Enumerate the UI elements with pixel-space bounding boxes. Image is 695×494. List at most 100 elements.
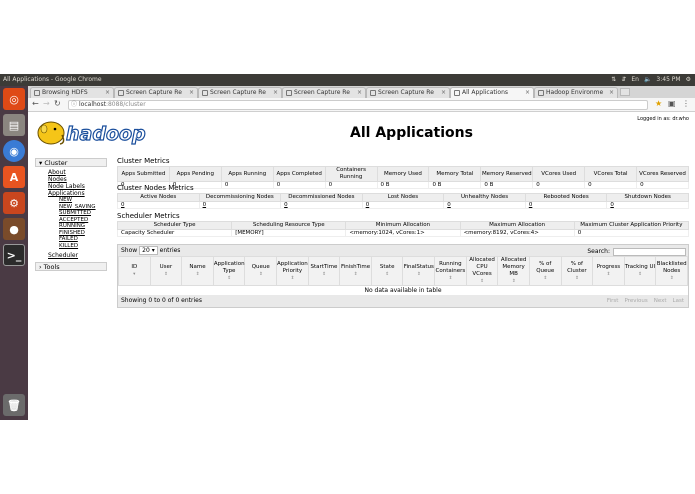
scheduler-metric-header-2: Minimum Allocation — [345, 221, 461, 230]
sort-icon: ⇕ — [638, 272, 642, 277]
nav-link-node-labels[interactable]: Node Labels — [48, 183, 107, 190]
files-icon[interactable]: ▤ — [3, 114, 25, 136]
pager-first-button[interactable]: First — [607, 295, 619, 307]
trash-icon[interactable]: 🗑 — [3, 394, 25, 416]
nav-link-nodes[interactable]: Nodes — [48, 176, 107, 183]
browser-toolbar: ← → ↻ ⓘ localhost:8088/cluster ★ ▣ ⋮ — [28, 98, 695, 112]
search-input[interactable] — [613, 247, 686, 256]
column-label: Allocated CPU VCores — [469, 257, 495, 277]
bookmark-star-icon[interactable]: ★ — [655, 99, 662, 108]
column-header-id[interactable]: ID ▾ — [118, 256, 151, 286]
applications-table: ID ▾ User ⇕ Name ⇕ Application Type ⇕ Queue ⇕ Appl… — [118, 256, 688, 295]
pager-previous-button[interactable]: Previous — [624, 295, 647, 307]
dash-home-icon[interactable]: ◎ — [3, 88, 25, 110]
nav-link-applications[interactable]: Applications — [48, 190, 107, 197]
tab-screen-capture-2[interactable]: Screen Capture Re × — [198, 87, 282, 98]
app-icon[interactable]: ● — [3, 218, 25, 240]
tab-hadoop-environment[interactable]: Hadoop Environme × — [534, 87, 618, 98]
column-label: Queue — [251, 264, 270, 270]
new-tab-button[interactable] — [620, 88, 630, 96]
cluster-nodes-metrics-section: Cluster Nodes Metrics Active Nodes Decomm… — [117, 184, 689, 209]
back-arrow-icon[interactable]: ← — [32, 99, 39, 108]
column-header-allocated-cpu-vcores[interactable]: Allocated CPU VCores ⇕ — [465, 256, 499, 286]
network-icon[interactable]: ⇵ — [621, 74, 626, 86]
language-icon[interactable]: En — [631, 74, 639, 86]
cluster-metric-header-3: Apps Completed — [272, 166, 326, 182]
screen: All Applications - Google Chrome ⇅ ⇵ En … — [0, 0, 695, 494]
extension-icon[interactable]: ▣ — [668, 99, 676, 108]
sort-icon: ⇕ — [385, 272, 390, 277]
settings-gear-icon[interactable]: ⚙ — [686, 74, 691, 86]
scheduler-metrics-title: Scheduler Metrics — [117, 212, 180, 220]
cluster-nodes-metrics-table: Active Nodes Decommissioning Nodes Decommi… — [117, 193, 689, 209]
page-icon — [454, 90, 460, 96]
terminal-icon[interactable]: >_ — [3, 244, 25, 266]
system-tray: ⇅ ⇵ En 🔈 3:45 PM ⚙ — [611, 74, 691, 86]
nodes-metric-value-5[interactable]: 0 — [524, 201, 608, 209]
close-icon[interactable]: × — [105, 88, 110, 98]
column-label: FinalStatus — [403, 264, 434, 270]
reload-icon[interactable]: ↻ — [54, 99, 61, 108]
menu-icon[interactable]: ⋮ — [682, 99, 690, 108]
nodes-metric-value-6[interactable]: 0 — [606, 201, 689, 209]
sort-icon: ⇕ — [195, 272, 200, 277]
column-header-application-type[interactable]: Application Type ⇕ — [212, 256, 246, 286]
column-header-of-queue[interactable]: % of Queue ⇕ — [528, 256, 562, 286]
tools-section-toggle[interactable]: › Tools — [35, 262, 107, 271]
pager-next-button[interactable]: Next — [654, 295, 667, 307]
tab-screen-capture-3[interactable]: Screen Capture Re × — [282, 87, 366, 98]
column-header-tracking-ui[interactable]: Tracking UI ⇕ — [623, 256, 657, 286]
nav-link-scheduler[interactable]: Scheduler — [48, 252, 107, 259]
column-header-state[interactable]: State ⇕ — [370, 256, 404, 286]
close-icon[interactable]: × — [189, 88, 194, 98]
column-label: Progress — [596, 264, 621, 270]
column-header-of-cluster[interactable]: % of Cluster ⇕ — [560, 256, 594, 286]
pager-last-button[interactable]: Last — [673, 295, 684, 307]
nodes-metric-value-4[interactable]: 0 — [443, 201, 526, 209]
nav-link-about[interactable]: About — [48, 169, 107, 176]
software-center-icon[interactable]: A — [3, 166, 25, 188]
column-header-finalstatus[interactable]: FinalStatus ⇕ — [402, 256, 436, 286]
nodes-metric-value-2[interactable]: 0 — [280, 201, 363, 209]
close-icon[interactable]: × — [273, 88, 278, 98]
close-icon[interactable]: × — [525, 88, 530, 98]
column-header-running-containers[interactable]: Running Containers ⇕ — [434, 256, 467, 286]
tab-browsing-hdfs[interactable]: Browsing HDFS × — [30, 87, 114, 98]
column-header-blacklisted-nodes[interactable]: Blacklisted Nodes ⇕ — [655, 256, 688, 286]
keyboard-icon[interactable]: ⇅ — [611, 74, 616, 86]
tab-screen-capture-1[interactable]: Screen Capture Re × — [114, 87, 198, 98]
chrome-browser-icon[interactable]: ◉ — [3, 140, 25, 162]
close-icon[interactable]: × — [357, 88, 362, 98]
nodes-metric-value-3[interactable]: 0 — [361, 201, 445, 209]
column-header-queue[interactable]: Queue ⇕ — [244, 256, 278, 286]
page-icon — [34, 90, 40, 96]
nodes-metric-value-0[interactable]: 0 — [117, 201, 200, 209]
tab-screen-capture-4[interactable]: Screen Capture Re × — [366, 87, 450, 98]
cluster-metric-header-4: Containers Running — [324, 166, 378, 182]
column-header-user[interactable]: User ⇕ — [149, 256, 183, 286]
column-header-application-priority[interactable]: Application Priority ⇕ — [276, 256, 309, 286]
close-icon[interactable]: × — [441, 88, 446, 98]
forward-arrow-icon[interactable]: → — [43, 99, 50, 108]
system-settings-icon[interactable]: ⚙ — [3, 192, 25, 214]
sort-icon: ⇕ — [669, 275, 674, 281]
column-header-name[interactable]: Name ⇕ — [181, 256, 214, 286]
volume-icon[interactable]: 🔈 — [644, 74, 651, 86]
cluster-section-toggle[interactable]: ▾ Cluster — [35, 158, 107, 167]
clock[interactable]: 3:45 PM — [656, 74, 680, 86]
tab-all-applications[interactable]: All Applications × — [450, 87, 534, 98]
close-icon[interactable]: × — [609, 88, 614, 98]
sort-icon: ▾ — [133, 272, 136, 277]
page-icon — [538, 90, 544, 96]
column-header-progress[interactable]: Progress ⇕ — [592, 256, 625, 286]
sort-icon: ⇕ — [258, 272, 263, 277]
column-header-finishtime[interactable]: FinishTime ⇕ — [339, 256, 372, 286]
nodes-metric-value-1[interactable]: 0 — [198, 201, 282, 209]
nav-link-state-killed[interactable]: KILLED — [59, 243, 107, 250]
info-icon[interactable]: ⓘ — [71, 101, 77, 109]
entries-select[interactable]: 20 ▾ — [139, 246, 158, 255]
column-header-allocated-memory-mb[interactable]: Allocated Memory MB ⇕ — [497, 256, 530, 286]
address-bar[interactable]: ⓘ localhost:8088/cluster — [68, 100, 648, 110]
column-header-starttime[interactable]: StartTime ⇕ — [307, 256, 341, 286]
nodes-metric-header-0: Active Nodes — [117, 193, 200, 202]
